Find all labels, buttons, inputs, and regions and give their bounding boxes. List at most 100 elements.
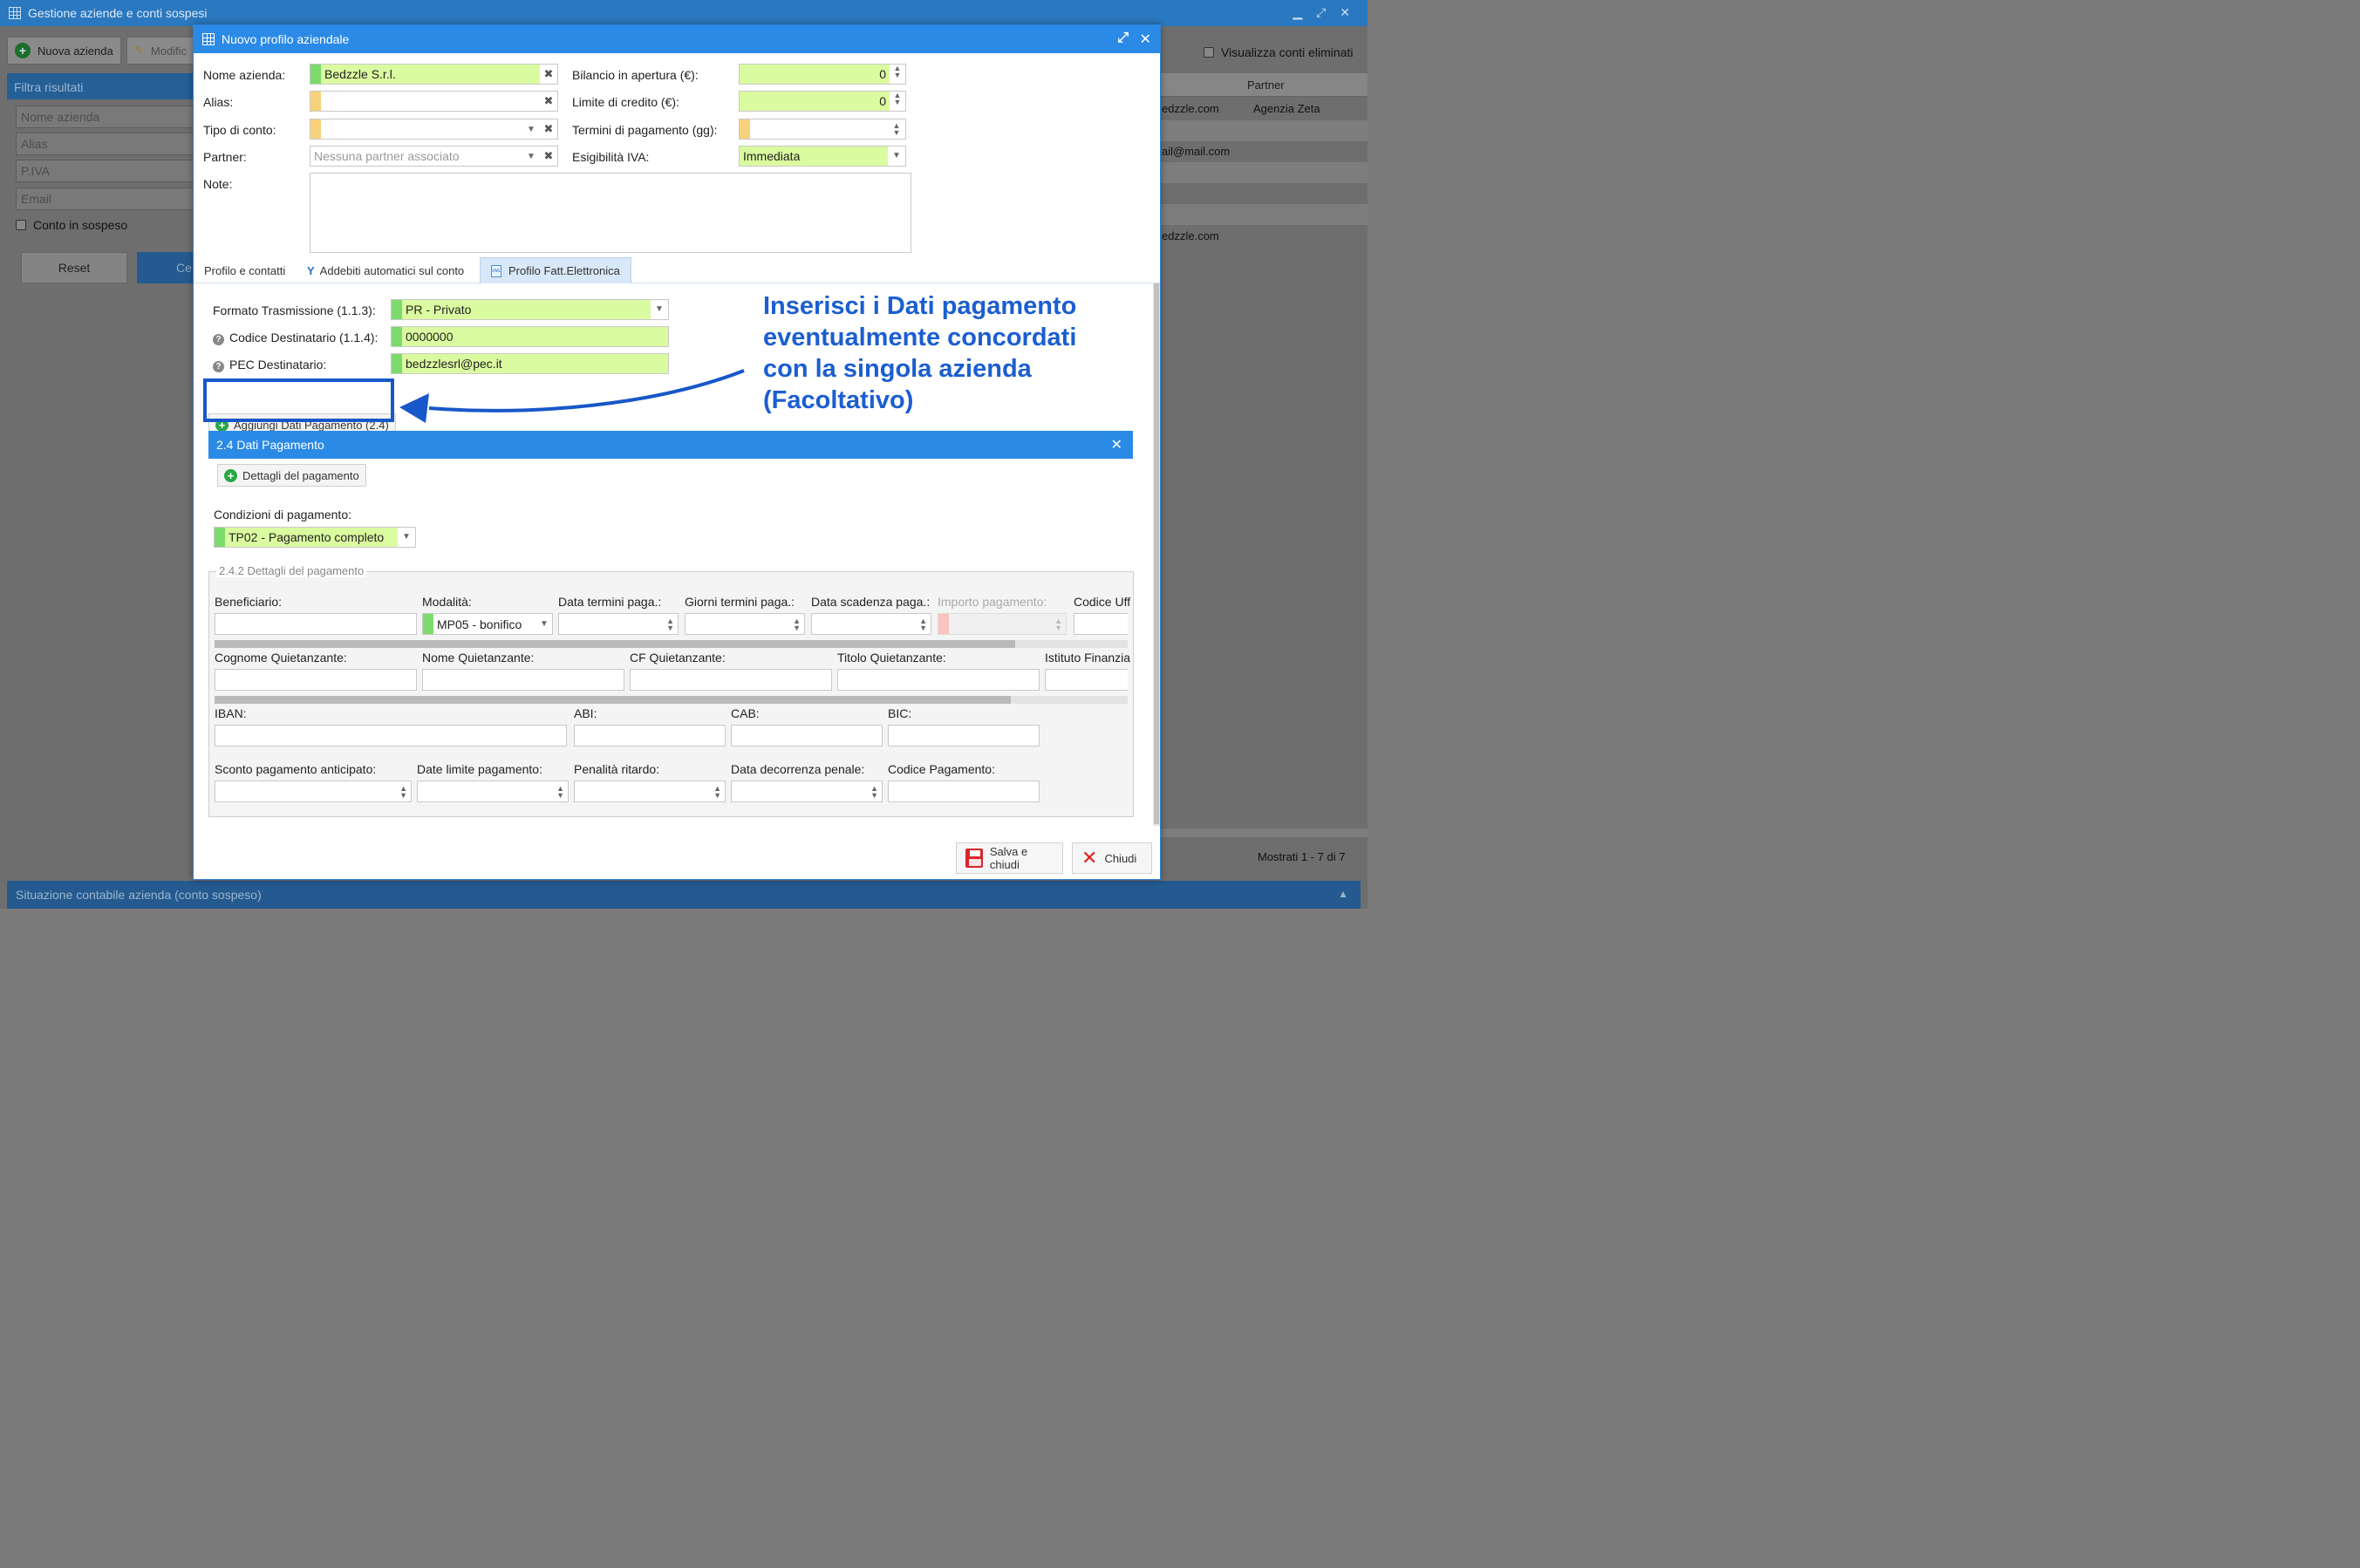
payment-details-button[interactable]: + Dettagli del pagamento bbox=[217, 464, 366, 487]
spinner-icon[interactable]: ▲ ▼ bbox=[556, 784, 564, 799]
chevron-down-icon[interactable]: ▼ bbox=[398, 528, 415, 547]
spinner-icon[interactable]: ▲ ▼ bbox=[666, 617, 674, 631]
payer-name-input[interactable] bbox=[422, 669, 624, 691]
horizontal-scrollbar[interactable] bbox=[215, 640, 1128, 648]
vat-select[interactable]: Immediata ▼ bbox=[739, 146, 906, 167]
filter-alias-input[interactable]: Alias bbox=[16, 133, 194, 155]
table-cell-email: edzzle.com bbox=[1162, 229, 1219, 242]
penalty-date-input[interactable]: ▲ ▼ bbox=[731, 781, 883, 802]
penalty-input[interactable]: ▲ ▼ bbox=[574, 781, 726, 802]
payment-terms-input[interactable]: ▲ ▼ bbox=[739, 119, 906, 140]
clear-icon[interactable]: ✖ bbox=[540, 94, 557, 108]
help-icon[interactable]: ? bbox=[213, 361, 224, 372]
alias-input[interactable]: ✖ bbox=[310, 91, 558, 112]
conditions-label: Condizioni di pagamento: bbox=[214, 508, 351, 522]
account-type-label: Tipo di conto: bbox=[203, 123, 276, 137]
chevron-down-icon[interactable]: ▼ bbox=[522, 152, 540, 161]
credit-limit-label: Limite di credito (€): bbox=[572, 95, 679, 109]
opening-balance-input[interactable]: 0 ▲ ▼ bbox=[739, 64, 906, 85]
abi-input[interactable] bbox=[574, 725, 726, 747]
show-deleted-row[interactable]: Visualizza conti eliminati bbox=[1204, 45, 1353, 59]
bic-label: BIC: bbox=[888, 706, 912, 720]
suspended-checkbox-row[interactable]: Conto in sospeso bbox=[16, 218, 127, 232]
chevron-down-icon[interactable]: ▼ bbox=[651, 300, 668, 319]
window-controls[interactable]: ▁ ⤢ ✕ bbox=[1293, 5, 1355, 20]
payer-cf-input[interactable] bbox=[630, 669, 832, 691]
clear-icon[interactable]: ✖ bbox=[540, 65, 557, 84]
mode-select[interactable]: MP05 - bonifico ▼ bbox=[422, 613, 553, 635]
clear-icon[interactable]: ✖ bbox=[540, 149, 557, 163]
spinner-icon[interactable]: ▲ ▼ bbox=[713, 784, 721, 799]
payment-terms-label: Termini di pagamento (gg): bbox=[572, 123, 718, 137]
payer-cf-label: CF Quietanzante: bbox=[630, 651, 726, 665]
spinner-icon[interactable]: ▲ ▼ bbox=[890, 122, 903, 137]
iban-input[interactable] bbox=[215, 725, 567, 747]
chevron-down-icon[interactable]: ▼ bbox=[888, 147, 905, 166]
filter-name-input[interactable]: Nome azienda bbox=[16, 106, 194, 128]
tab-einvoice-profile[interactable]: XML Profilo Fatt.Elettronica bbox=[480, 257, 631, 283]
terms-days-input[interactable]: ▲ ▼ bbox=[685, 613, 805, 635]
close-icon[interactable]: ✕ bbox=[1140, 31, 1151, 48]
recipient-code-input[interactable]: 0000000 bbox=[391, 326, 669, 347]
beneficiary-input[interactable] bbox=[215, 613, 417, 635]
terms-date-input[interactable]: ▲ ▼ bbox=[558, 613, 679, 635]
pec-label: ? PEC Destinatario: bbox=[213, 358, 326, 372]
deadline-input[interactable]: ▲ ▼ bbox=[417, 781, 569, 802]
alias-label: Alias: bbox=[203, 95, 234, 109]
tab-automatic-charges[interactable]: Y Addebiti automatici sul conto bbox=[297, 257, 474, 283]
credit-limit-input[interactable]: 0 ▲ ▼ bbox=[739, 91, 906, 112]
due-date-input[interactable]: ▲ ▼ bbox=[811, 613, 931, 635]
format-select[interactable]: PR - Privato ▼ bbox=[391, 299, 669, 320]
institute-input[interactable] bbox=[1045, 669, 1128, 691]
payer-title-input[interactable] bbox=[837, 669, 1040, 691]
cab-input[interactable] bbox=[731, 725, 883, 747]
clear-icon[interactable]: ✖ bbox=[540, 122, 557, 136]
close-icon[interactable]: ✕ bbox=[1111, 436, 1122, 453]
suspended-checkbox[interactable] bbox=[16, 220, 26, 230]
spinner-icon[interactable]: ▲ ▼ bbox=[793, 617, 801, 631]
format-label: Formato Trasmissione (1.1.3): bbox=[213, 303, 376, 317]
early-discount-input[interactable]: ▲ ▼ bbox=[215, 781, 412, 802]
office-code-input[interactable] bbox=[1074, 613, 1128, 635]
tab-profile-contacts[interactable]: Profilo e contatti bbox=[194, 257, 296, 283]
show-deleted-checkbox[interactable] bbox=[1204, 47, 1214, 58]
pencil-icon: ✎ bbox=[134, 44, 144, 57]
table-cell-email: edzzle.com bbox=[1162, 102, 1219, 115]
new-company-button[interactable]: + Nuova azienda bbox=[7, 37, 121, 65]
chevron-down-icon[interactable]: ▼ bbox=[522, 125, 540, 134]
company-name-label: Nome azienda: bbox=[203, 68, 286, 82]
plus-icon: + bbox=[15, 43, 31, 58]
status-bar[interactable]: Situazione contabile azienda (conto sosp… bbox=[7, 881, 1361, 909]
payer-name-label: Nome Quietanzante: bbox=[422, 651, 535, 665]
filter-email-input[interactable]: Email bbox=[16, 187, 194, 210]
horizontal-scrollbar[interactable] bbox=[215, 696, 1128, 704]
spinner-icon[interactable]: ▲ ▼ bbox=[890, 92, 905, 111]
spinner-icon[interactable]: ▲ ▼ bbox=[919, 617, 927, 631]
reset-button[interactable]: Reset bbox=[21, 252, 127, 283]
spinner-icon[interactable]: ▲ ▼ bbox=[870, 784, 878, 799]
chevron-down-icon[interactable]: ▼ bbox=[536, 614, 552, 634]
bic-input[interactable] bbox=[888, 725, 1040, 747]
payment-code-input[interactable] bbox=[888, 781, 1040, 802]
maximize-icon[interactable]: ⤢ bbox=[1117, 31, 1129, 46]
conditions-select[interactable]: TP02 - Pagamento completo ▼ bbox=[214, 527, 416, 548]
partner-label: Partner: bbox=[203, 150, 247, 164]
company-name-input[interactable]: Bedzzle S.r.l. ✖ bbox=[310, 64, 558, 85]
payer-surname-input[interactable] bbox=[215, 669, 417, 691]
close-button[interactable]: ✕ Chiudi bbox=[1072, 842, 1152, 874]
partner-select[interactable]: Nessuna partner associato ▼ ✖ bbox=[310, 146, 558, 167]
mode-label: Modalità: bbox=[422, 595, 472, 609]
collapse-icon[interactable]: ▲ bbox=[1338, 888, 1348, 900]
spinner-icon[interactable]: ▲ ▼ bbox=[890, 65, 905, 84]
partner-column-header[interactable]: Partner bbox=[1247, 78, 1285, 92]
edit-button[interactable]: ✎ Modific bbox=[126, 37, 196, 65]
save-close-button[interactable]: Salva e chiudi bbox=[956, 842, 1063, 874]
filter-vat-input[interactable]: P.IVA bbox=[16, 160, 194, 182]
account-type-select[interactable]: ▼ ✖ bbox=[310, 119, 558, 140]
table-scrollbar[interactable] bbox=[1160, 828, 1368, 837]
notes-textarea[interactable] bbox=[310, 173, 911, 253]
spinner-icon[interactable]: ▲ ▼ bbox=[399, 784, 407, 799]
floppy-disk-icon bbox=[965, 849, 983, 868]
help-icon[interactable]: ? bbox=[213, 334, 224, 345]
vertical-scrollbar[interactable] bbox=[1153, 283, 1160, 826]
